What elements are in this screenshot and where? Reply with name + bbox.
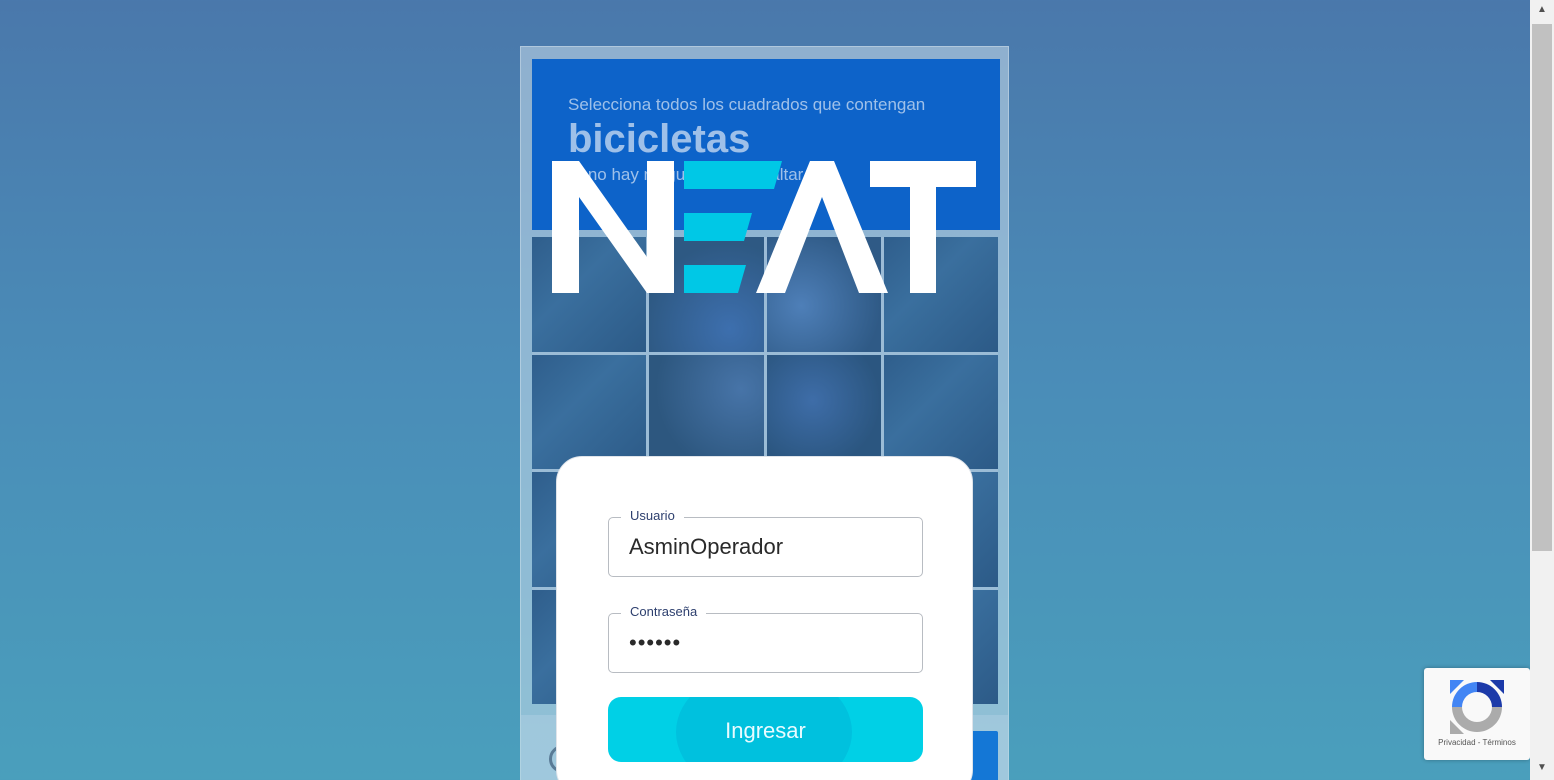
- scroll-thumb[interactable]: [1532, 24, 1552, 551]
- username-value[interactable]: AsminOperador: [629, 518, 783, 576]
- login-submit-button[interactable]: Ingresar: [608, 697, 923, 762]
- neat-logo: [552, 161, 976, 293]
- recaptcha-links[interactable]: Privacidad - Términos: [1424, 738, 1530, 747]
- password-value[interactable]: ••••••: [629, 614, 681, 672]
- captcha-target-word: bicicletas: [568, 117, 751, 161]
- login-card: Usuario AsminOperador Contraseña •••••• …: [556, 456, 973, 780]
- recaptcha-logo-icon: [1450, 680, 1504, 734]
- captcha-tile[interactable]: [766, 354, 881, 469]
- login-submit-label: Ingresar: [725, 718, 806, 743]
- scroll-down-arrow-icon[interactable]: ▼: [1530, 758, 1554, 778]
- captcha-instruction: Selecciona todos los cuadrados que conte…: [568, 95, 926, 114]
- page-scrollbar[interactable]: ▲ ▼: [1530, 0, 1554, 780]
- recaptcha-badge[interactable]: Privacidad - Términos: [1424, 668, 1530, 760]
- password-field[interactable]: Contraseña ••••••: [608, 602, 923, 673]
- captcha-tile[interactable]: [532, 354, 647, 469]
- captcha-tile[interactable]: [883, 354, 998, 469]
- username-field[interactable]: Usuario AsminOperador: [608, 506, 923, 577]
- captcha-tile[interactable]: [649, 354, 764, 469]
- scroll-up-arrow-icon[interactable]: ▲: [1530, 0, 1554, 20]
